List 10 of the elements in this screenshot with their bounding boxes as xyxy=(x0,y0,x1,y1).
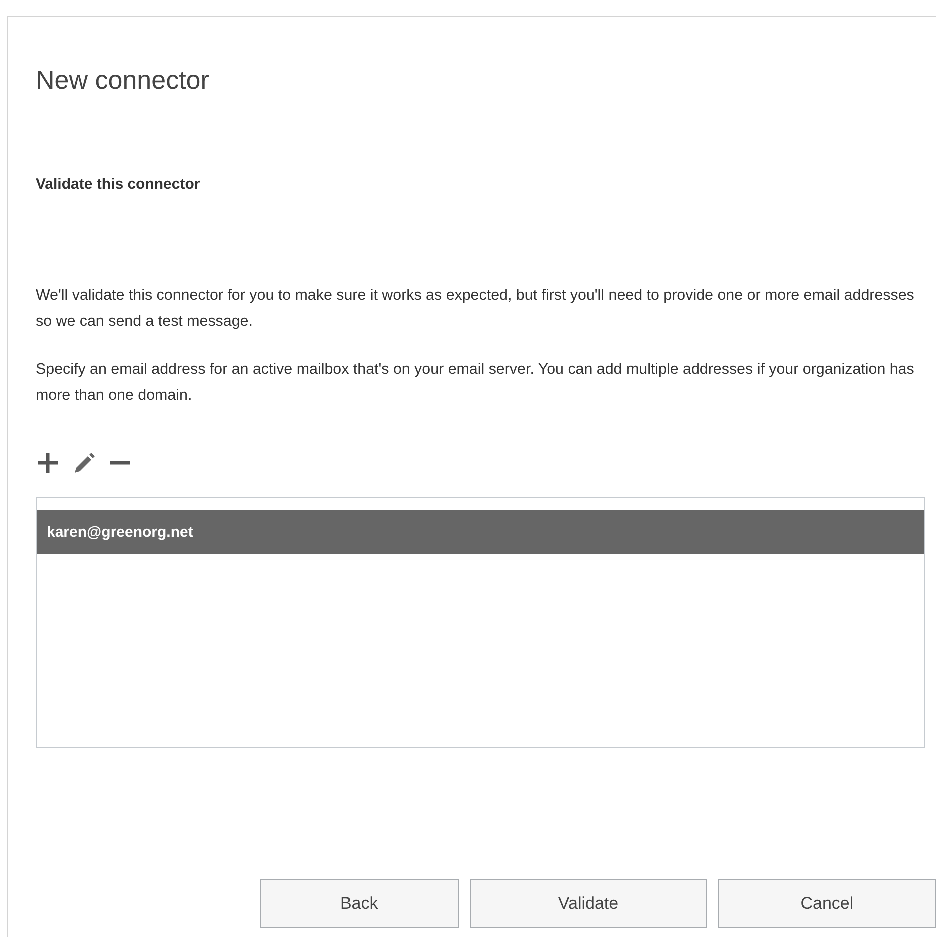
validate-button[interactable]: Validate xyxy=(470,879,708,928)
instruction-text: Specify an email address for an active mailbox that's on your email server. You can add multiple addresses if your organization has more than one domain. xyxy=(36,360,916,406)
add-icon[interactable] xyxy=(36,451,60,475)
dialog-title: New connector xyxy=(36,65,210,96)
cancel-button[interactable]: Cancel xyxy=(718,879,936,928)
pencil-icon[interactable] xyxy=(72,451,96,475)
back-button[interactable]: Back xyxy=(260,879,459,928)
instruction-text: We'll validate this connector for you to make sure it works as expected, but first you'll need to provide one or more email addresses so we can send a test message. xyxy=(36,286,916,332)
section-heading: Validate this connector xyxy=(36,176,202,193)
address-item[interactable]: karen@greenorg.net xyxy=(37,510,924,554)
